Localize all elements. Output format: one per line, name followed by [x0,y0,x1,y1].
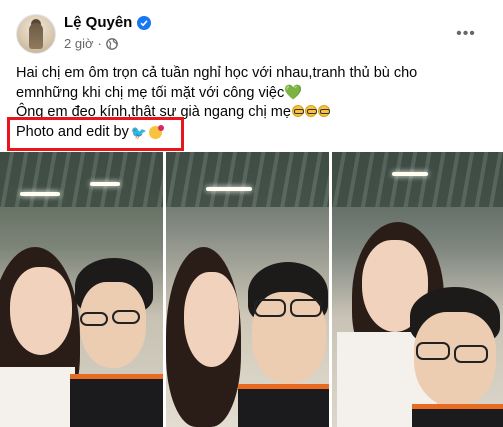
photo-2[interactable] [166,152,329,427]
glasses-left [416,342,450,360]
ceiling-decor [166,152,329,207]
post-text-line-2: emnhững khi chị mẹ tối mặt với công việc… [16,84,496,104]
meta-separator: · [97,36,102,51]
verified-badge-icon [137,15,152,30]
ceiling-light [392,172,428,176]
glasses-right [290,299,322,317]
glasses-right [112,310,140,324]
nerd-face-emoji-2 [304,105,317,117]
photo-1[interactable] [0,152,163,427]
post-meta: 2 giờ · [64,36,118,51]
ceiling-decor [0,152,163,207]
woman-face [184,272,239,367]
ceiling-light [90,182,120,186]
photo-3[interactable] [332,152,503,427]
woman-face [10,267,72,355]
boy-shirt [70,374,163,427]
glasses-left [80,312,108,326]
boy-shirt [412,404,503,427]
ceiling-light [206,187,252,191]
ceiling-decor [332,152,503,207]
post-text-line-2-text: emnhững khi chị mẹ tối mặt với công việc [16,84,285,101]
nerd-face-emoji-1 [291,105,304,117]
photo-grid [0,152,503,427]
author-name[interactable]: Lệ Quyên [64,14,132,31]
facebook-post: Lệ Quyên 2 giờ · ••• Hai chị em ôm trọn … [0,0,503,427]
post-text-line-1: Hai chị em ôm trọn cả tuần nghỉ học với … [16,65,418,81]
avatar[interactable] [16,14,56,54]
glasses-left [254,299,286,317]
glasses-right [454,345,488,363]
red-highlight-box [7,117,184,151]
nerd-face-emoji-3 [317,105,330,117]
ceiling-light [20,192,60,196]
globe-icon[interactable] [105,37,118,50]
woman-shirt [0,367,75,427]
green-heart-emoji: 💚 [284,84,303,101]
avatar-figure [29,23,43,49]
more-options-icon[interactable]: ••• [452,20,480,48]
author-row: Lệ Quyên [64,14,152,31]
post-timestamp[interactable]: 2 giờ [64,36,94,51]
boy-shirt [238,384,329,427]
